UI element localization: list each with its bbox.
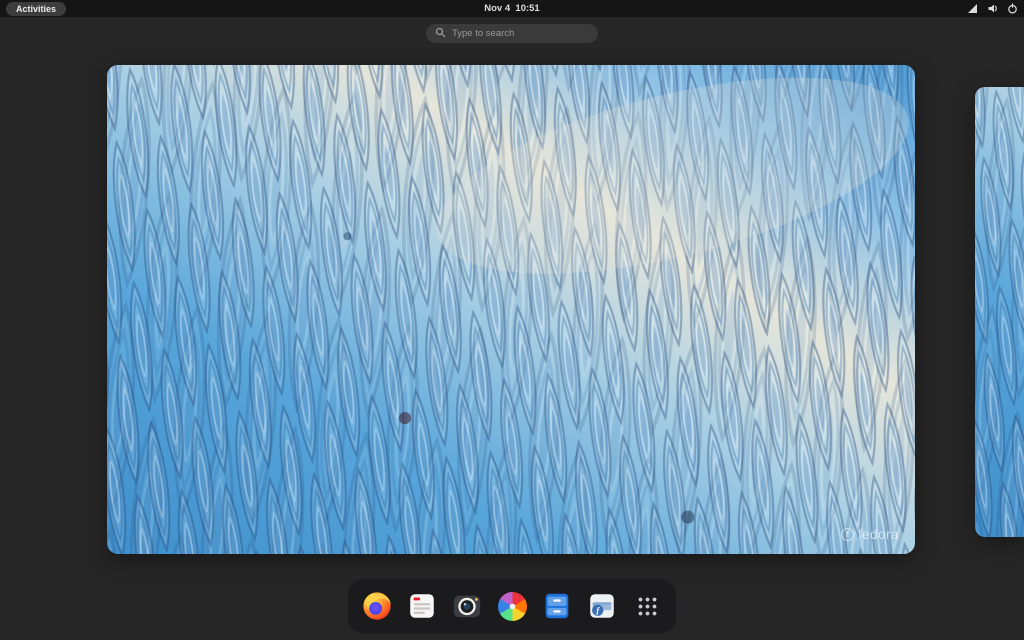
search-input[interactable] (452, 28, 589, 39)
show-apps-button[interactable] (629, 588, 665, 624)
files-icon (545, 593, 569, 619)
search-bar[interactable] (426, 24, 598, 43)
workspace-preview-current[interactable]: f fedora (107, 65, 915, 554)
dock-item-files[interactable] (539, 588, 575, 624)
dock-item-camera[interactable] (449, 588, 485, 624)
installer-icon: f (590, 594, 614, 618)
system-status-area[interactable] (967, 3, 1018, 14)
workspace-preview-next[interactable] (975, 87, 1024, 537)
firefox-icon (363, 592, 391, 620)
dash: f (347, 578, 677, 634)
volume-icon[interactable] (987, 3, 998, 14)
camera-icon (453, 595, 481, 618)
top-bar: Activities Nov 4 10:51 (0, 0, 1024, 17)
dock-item-software[interactable] (494, 588, 530, 624)
fedora-watermark: f fedora (840, 527, 899, 542)
software-pinwheel-icon (497, 591, 527, 621)
wallpaper-next (975, 87, 1024, 537)
search-icon (435, 25, 446, 43)
dock-item-firefox[interactable] (359, 588, 395, 624)
fedora-logo-icon: f (840, 528, 854, 541)
power-icon[interactable] (1007, 3, 1018, 14)
calendar-icon (410, 594, 434, 618)
dock-item-calendar[interactable] (404, 588, 440, 624)
fedora-watermark-text: fedora (857, 527, 899, 542)
app-grid-icon (637, 596, 657, 616)
clock[interactable]: Nov 4 10:51 (484, 3, 539, 14)
dock-item-installer[interactable]: f (584, 588, 620, 624)
input-source-icon[interactable] (967, 3, 978, 14)
activities-button[interactable]: Activities (6, 1, 67, 16)
wallpaper (107, 65, 915, 554)
